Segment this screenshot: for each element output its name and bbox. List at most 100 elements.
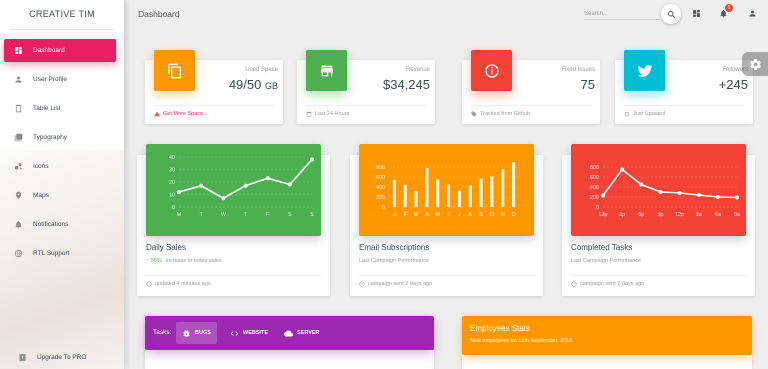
location-icon: [13, 191, 23, 201]
stat-value: 75: [580, 77, 595, 92]
cloud-icon: [284, 329, 297, 338]
y-tick-label: 40: [169, 155, 175, 161]
x-tick-label: S: [310, 212, 314, 218]
sidebar: CREATIVE TIM Dashboard User Profile Tabl…: [0, 0, 124, 369]
bar: [501, 169, 505, 207]
dashboard-icon: [13, 46, 23, 56]
y-tick-label: 200: [590, 195, 599, 201]
sidebar-logo[interactable]: CREATIVE TIM: [10, 0, 114, 30]
tasks-label: Tasks:: [153, 329, 172, 336]
daily-sales-svg: 40 30 20 10 0M T W T F S S: [169, 155, 314, 218]
sidebar-item-notifications[interactable]: Notifications: [4, 213, 116, 236]
upgrade-to-pro-button[interactable]: Upgrade To PRO: [8, 346, 86, 369]
user-menu-button[interactable]: [747, 8, 757, 18]
code-icon: [230, 329, 243, 338]
y-tick-label: 400: [590, 185, 599, 191]
sidebar-item-maps[interactable]: Maps: [4, 184, 116, 207]
x-tick-label: A: [468, 212, 472, 218]
dashboard-nav-button[interactable]: [691, 8, 701, 18]
bar: [414, 191, 418, 207]
x-tick-label: O: [490, 212, 495, 218]
chart-card-daily-sales: 40 30 20 10 0 M T W T F S S Daily Sales ↑ 55% incre…: [137, 144, 330, 296]
y-tick-label: 0: [596, 205, 599, 211]
stat-footer-text: Last 24 Hours: [315, 111, 350, 117]
upgrade-label: Upgrade To PRO: [37, 354, 87, 361]
arrow-up-icon: ↑: [146, 258, 149, 264]
y-tick-label: 20: [169, 180, 175, 186]
bubble-chart-icon: [13, 162, 23, 172]
bar: [403, 184, 407, 207]
x-tick-label: D: [512, 212, 516, 218]
tab-label: WEBSITE: [243, 330, 269, 336]
twitter-icon: [624, 50, 665, 91]
tasks-card: Tasks: BUGS WEBSITE SERVER: [145, 316, 434, 369]
x-tick-label: J: [447, 212, 450, 218]
stat-footer-text: Just Updated: [633, 111, 666, 117]
notifications-button[interactable]: 5: [718, 4, 733, 18]
chart-title: Daily Sales: [146, 243, 187, 252]
sidebar-item-rtl-support[interactable]: RTL Support: [4, 242, 116, 265]
search-button[interactable]: [661, 4, 681, 24]
tasks-header: Tasks: BUGS WEBSITE SERVER: [145, 316, 434, 350]
get-more-space-link[interactable]: Get More Space...: [163, 111, 208, 117]
x-tick-label: 6p: [638, 212, 644, 218]
chart-footer: updated 4 minutes ago: [146, 275, 321, 287]
content-copy-icon: [154, 50, 195, 91]
data-point: [243, 183, 248, 188]
sidebar-nav: Dashboard User Profile Table List Typogr…: [0, 30, 124, 265]
sidebar-item-dashboard[interactable]: Dashboard: [4, 39, 116, 62]
search-icon: [667, 10, 676, 19]
stat-category: Fixed Issues: [561, 67, 595, 73]
employees-title: Employees Stats: [470, 324, 531, 333]
unarchive-icon: [17, 353, 27, 363]
tab-website[interactable]: WEBSITE: [224, 322, 274, 344]
dashboard-icon: [692, 9, 701, 18]
tab-bugs[interactable]: BUGS: [176, 322, 217, 344]
bar: [468, 185, 472, 207]
y-tick-label: 800: [590, 165, 599, 171]
y-tick-label: 10: [169, 193, 175, 199]
page-title[interactable]: Dashboard: [138, 9, 180, 19]
x-tick-label: 12p: [598, 212, 607, 218]
sidebar-item-icons[interactable]: Icons: [4, 155, 116, 178]
stat-number: 49/50: [228, 77, 262, 92]
chart-subtitle: Last Campaign Performance: [359, 258, 430, 264]
notification-badge: 5: [725, 4, 733, 12]
settings-plugin-button[interactable]: [742, 52, 768, 76]
completed-tasks-chart: 800 600 400 200 0 12p 3p 6p 9p 12p 3a 6a 9a: [571, 144, 746, 236]
data-point: [601, 193, 605, 198]
bar: [457, 190, 462, 207]
data-point: [696, 193, 701, 197]
date-range-icon: [306, 111, 315, 117]
completed-tasks-svg: 800600400200012p 3p 6p 9p 12p 3a 6a 9a: [590, 165, 741, 218]
stat-category: Revenue: [405, 67, 430, 73]
email-subscriptions-chart: 800 600 400 200 0 J F M A M J J A S O N D: [359, 144, 534, 236]
y-tick-label: 400: [376, 185, 385, 191]
chart-card-email-subscriptions: 800 600 400 200 0 J F M A M J J A S O N D Email Subscrip…: [350, 144, 543, 296]
x-tick-label: S: [479, 212, 483, 218]
search-input[interactable]: [584, 6, 660, 20]
x-tick-label: W: [221, 212, 227, 218]
stat-footer: Last 24 Hours: [306, 105, 426, 117]
data-point: [677, 191, 682, 195]
increase-percent: 55%: [150, 258, 162, 264]
y-tick-label: 30: [169, 168, 175, 174]
chart-subtitle: Last Campaign Performance: [571, 258, 642, 264]
sidebar-item-label: User Profile: [33, 76, 67, 83]
chart-footer-text: campaign sent 2 days ago: [580, 281, 645, 287]
bug-icon: [182, 329, 195, 338]
stat-footer: Get More Space...: [154, 105, 274, 117]
tab-server[interactable]: SERVER: [278, 322, 326, 344]
stat-footer: Just Updated: [624, 105, 744, 117]
stat-card-used-space: Used Space 49/50 GB Get More Space...: [145, 50, 283, 124]
data-point: [715, 195, 720, 199]
clipboard-icon: [13, 104, 23, 114]
y-tick-label: 800: [376, 165, 385, 171]
sidebar-item-table-list[interactable]: Table List: [4, 97, 116, 120]
sidebar-item-user-profile[interactable]: User Profile: [4, 68, 116, 91]
bar: [392, 179, 397, 207]
gear-icon: [749, 58, 762, 71]
data-point: [639, 182, 644, 187]
email-subscriptions-svg: 8006004002000J F M A M J J A S O N D: [376, 162, 519, 218]
sidebar-item-typography[interactable]: Typography: [4, 126, 116, 149]
